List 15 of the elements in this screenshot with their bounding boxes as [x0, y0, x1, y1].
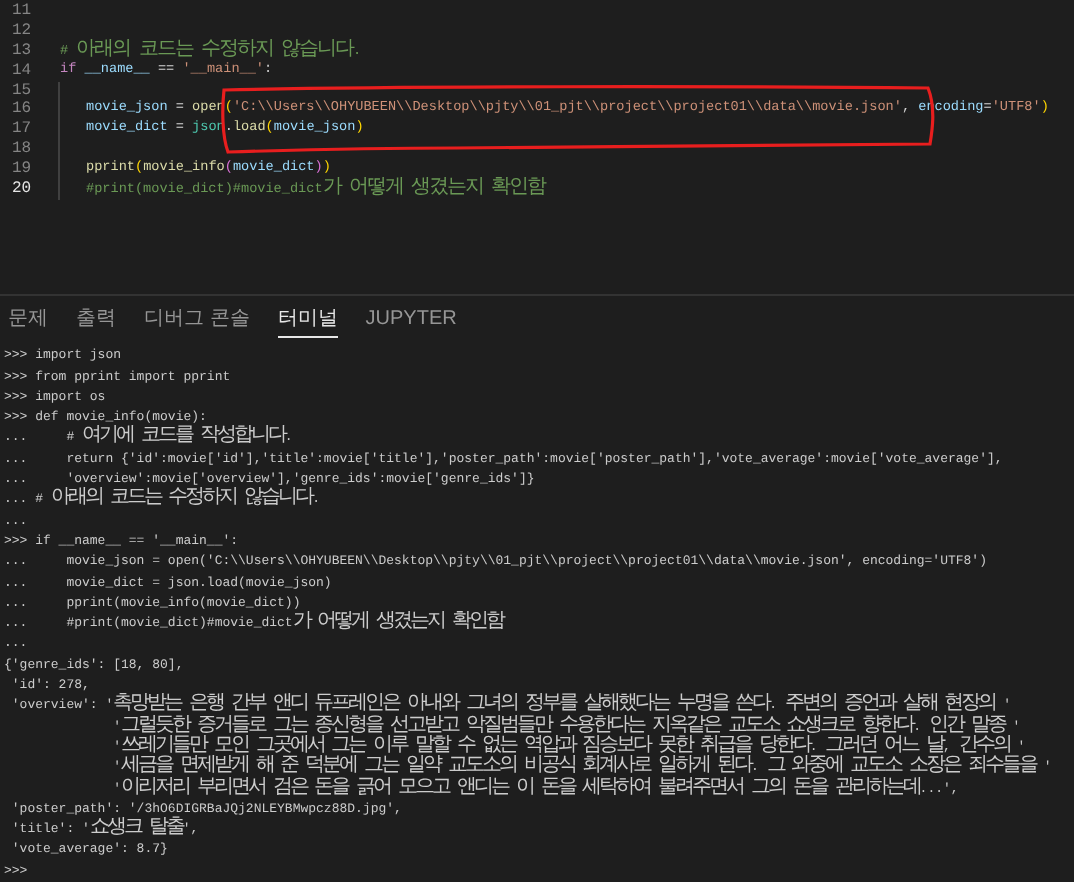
line-number: 14 [10, 61, 34, 82]
line-number: 18 [10, 140, 34, 161]
line-number: 17 [10, 120, 34, 141]
line-number: 20 [10, 180, 34, 200]
line-number: 19 [10, 160, 34, 181]
panel-tab[interactable]: 터미널 [277, 308, 338, 339]
line-number: 13 [10, 41, 34, 62]
panel-tab[interactable]: JUPYTER [365, 308, 457, 339]
line-number: 15 [10, 81, 34, 101]
panel-tab[interactable]: 디버그 콘솔 [144, 308, 250, 339]
line-number: 16 [10, 100, 34, 121]
line-number: 11 [10, 2, 34, 22]
panel-tab[interactable]: 문제 [8, 308, 48, 339]
panel-tab[interactable]: 출력 [76, 308, 116, 339]
line-number: 12 [10, 21, 34, 42]
